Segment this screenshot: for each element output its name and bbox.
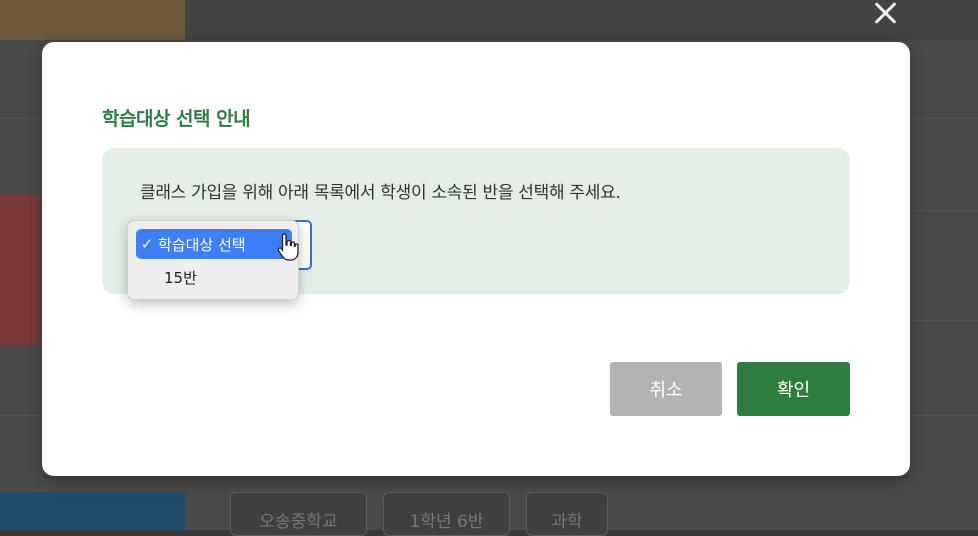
background-thumbnail — [0, 0, 185, 40]
cancel-button[interactable]: 취소 — [610, 362, 722, 416]
confirm-button[interactable]: 확인 — [737, 362, 850, 416]
background-chip-school: 오송중학교 — [230, 492, 367, 536]
close-icon[interactable] — [868, 0, 902, 30]
hand-cursor-icon — [277, 233, 299, 261]
info-text: 클래스 가입을 위해 아래 목록에서 학생이 소속된 반을 선택해 주세요. — [140, 183, 621, 203]
background-banner — [0, 492, 185, 530]
background-chip-subject: 과학 — [526, 492, 608, 536]
dropdown-option-label: 학습대상 선택 — [158, 235, 246, 254]
checkmark-icon: ✓ — [140, 235, 154, 253]
dropdown-option-15[interactable]: 15반 — [164, 267, 197, 288]
select-dropdown-menu: ✓ 학습대상 선택 15반 — [127, 220, 299, 300]
modal-title: 학습대상 선택 안내 — [102, 108, 251, 130]
background-thumbnail — [0, 195, 40, 345]
dropdown-option-selected[interactable]: ✓ 학습대상 선택 — [136, 229, 292, 259]
background-chip-class: 1학년 6반 — [383, 492, 510, 536]
